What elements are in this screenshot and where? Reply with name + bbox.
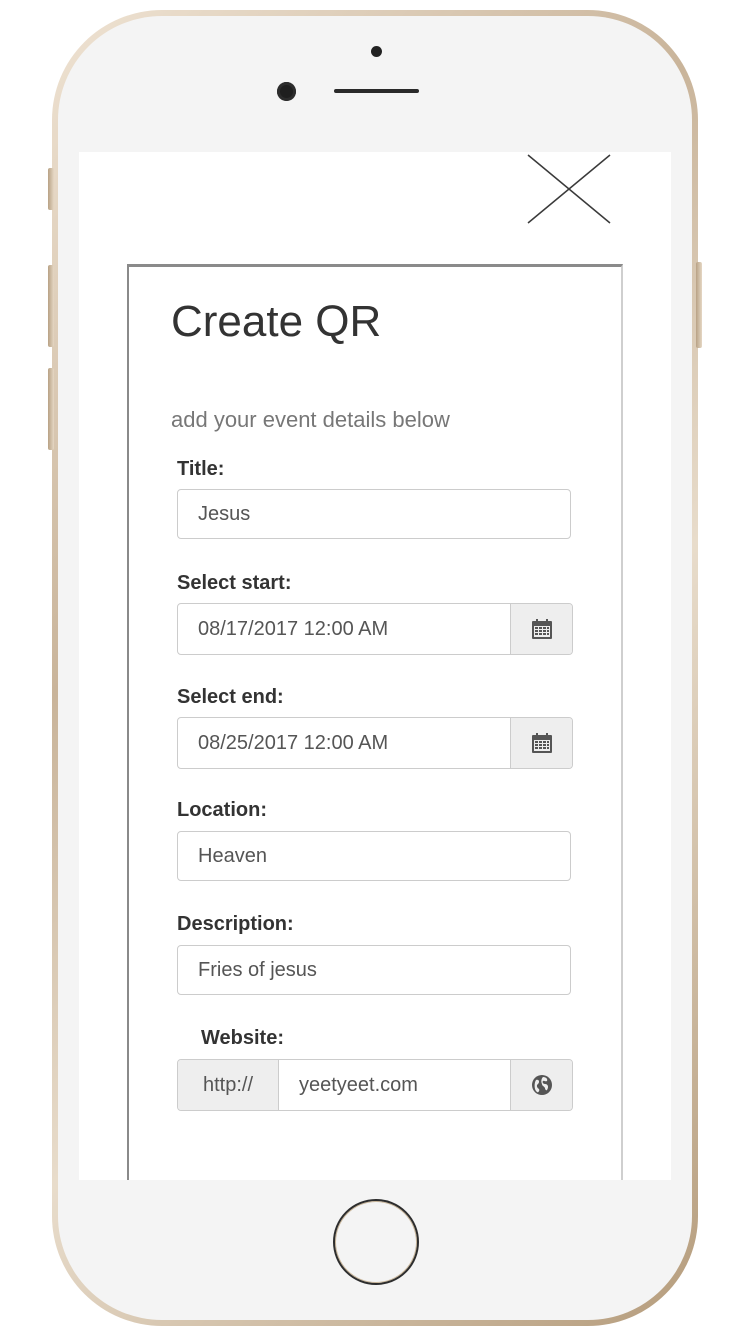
close-button[interactable]	[527, 154, 611, 224]
calendar-icon	[531, 619, 552, 639]
front-camera	[277, 82, 296, 101]
website-globe-button[interactable]	[510, 1060, 572, 1110]
phone-mute-switch	[48, 168, 54, 210]
home-button[interactable]	[333, 1199, 419, 1285]
start-datetime-value: 08/17/2017 12:00 AM	[198, 618, 389, 640]
close-icon	[527, 154, 611, 224]
location-input-value: Heaven	[198, 845, 267, 867]
end-label: Select end:	[177, 686, 284, 708]
proximity-sensor	[371, 46, 382, 57]
location-label: Location:	[177, 799, 267, 821]
phone-volume-up	[48, 265, 54, 347]
calendar-icon	[531, 733, 552, 753]
description-input[interactable]: Fries of jesus	[177, 945, 571, 995]
website-input[interactable]: yeetyeet.com	[279, 1060, 510, 1110]
page-title: Create QR	[171, 297, 382, 346]
end-datetime-value: 08/25/2017 12:00 AM	[198, 732, 389, 754]
location-input[interactable]: Heaven	[177, 831, 571, 881]
title-label: Title:	[177, 458, 225, 480]
end-calendar-button[interactable]	[510, 718, 572, 768]
website-group: http:// yeetyeet.com	[177, 1059, 573, 1111]
phone-volume-down	[48, 368, 54, 450]
start-datetime-input[interactable]: 08/17/2017 12:00 AM	[178, 604, 510, 654]
start-calendar-button[interactable]	[510, 604, 572, 654]
globe-icon	[531, 1075, 552, 1095]
end-datetime-group: 08/25/2017 12:00 AM	[177, 717, 573, 769]
website-label: Website:	[201, 1027, 284, 1049]
website-prefix: http://	[178, 1060, 279, 1110]
title-input-value: Jesus	[198, 503, 251, 525]
description-label: Description:	[177, 913, 294, 935]
earpiece-speaker	[334, 89, 419, 93]
description-input-value: Fries of jesus	[198, 959, 317, 981]
screen: Create QR add your event details below T…	[79, 152, 671, 1180]
create-qr-card: Create QR add your event details below T…	[127, 264, 623, 1180]
title-input[interactable]: Jesus	[177, 489, 571, 539]
page-subtitle: add your event details below	[171, 407, 450, 432]
phone-power-button	[696, 262, 702, 348]
start-datetime-group: 08/17/2017 12:00 AM	[177, 603, 573, 655]
start-label: Select start:	[177, 572, 292, 594]
website-input-value: yeetyeet.com	[299, 1074, 418, 1096]
end-datetime-input[interactable]: 08/25/2017 12:00 AM	[178, 718, 510, 768]
